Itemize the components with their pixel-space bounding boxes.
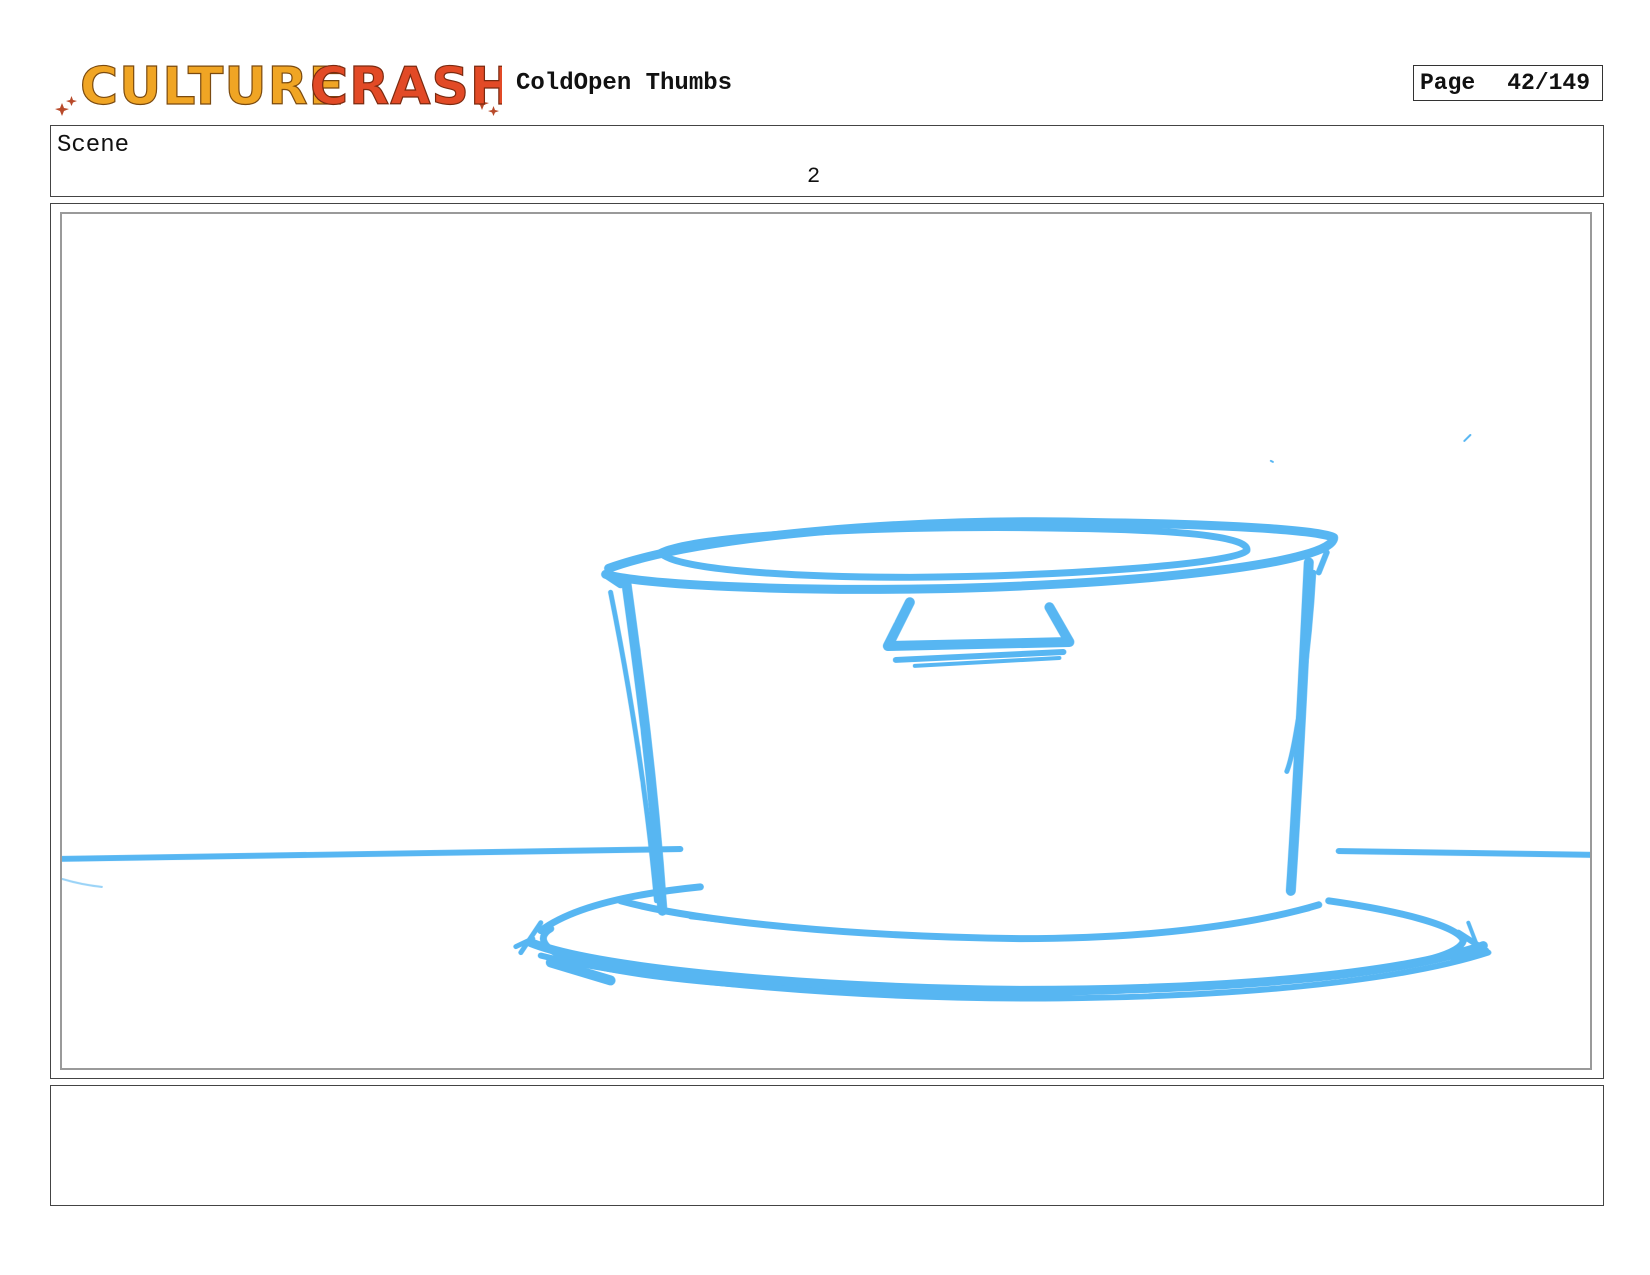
notes-box — [50, 1085, 1604, 1206]
page-indicator: Page 42/149 — [1413, 65, 1603, 101]
page-label: Page — [1420, 70, 1476, 96]
culture-crash-logo: CULTURE CRASH — [52, 48, 502, 120]
logo-graphic: CULTURE CRASH — [55, 56, 502, 118]
pot-rim-inner — [656, 524, 1251, 581]
scene-number: 2 — [807, 164, 821, 189]
ground-tick — [62, 877, 103, 888]
logo-word-crash: CRASH — [310, 57, 502, 117]
pot-sketch-drawing — [62, 433, 1590, 1002]
project-title: ColdOpen Thumbs — [516, 70, 733, 97]
storyboard-panel — [50, 203, 1604, 1079]
scene-label: Scene — [57, 132, 130, 159]
scene-box: Scene 2 — [50, 125, 1604, 197]
logo-word-culture: CULTURE — [80, 57, 345, 117]
pot-handle — [882, 597, 1075, 651]
page-number: 42/149 — [1507, 70, 1591, 96]
horizon-line-left — [62, 846, 684, 862]
pot-right-side — [1285, 557, 1314, 896]
pot-left-side — [621, 579, 668, 916]
panel-frame — [60, 212, 1592, 1070]
horizon-line-right — [1335, 848, 1590, 858]
